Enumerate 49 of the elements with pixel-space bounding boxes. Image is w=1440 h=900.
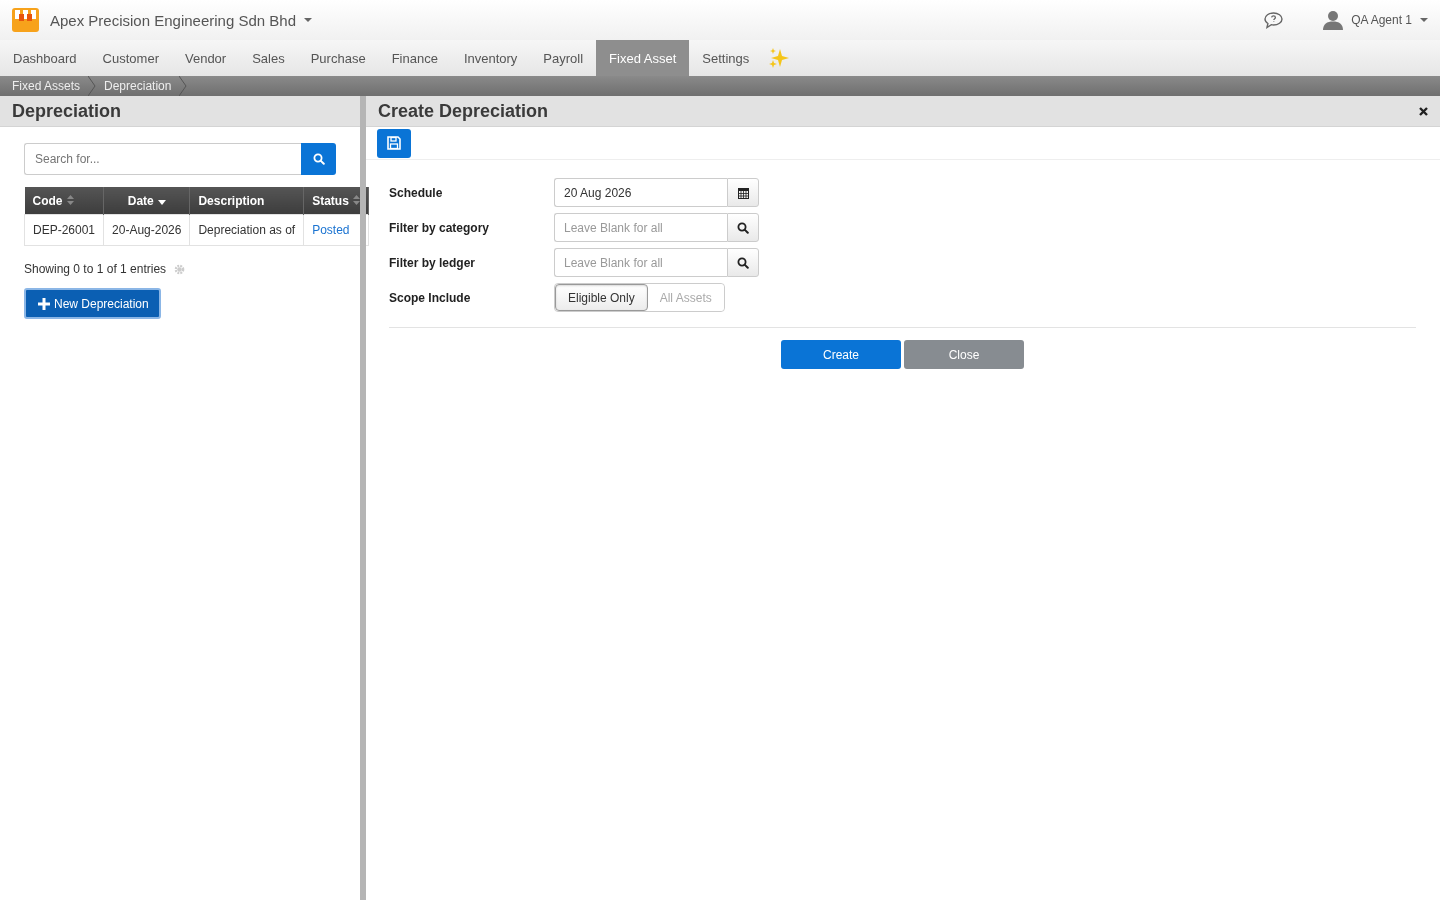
form-button[interactable]: Create: [781, 340, 901, 369]
search-icon: [737, 256, 749, 269]
sort-icon: [66, 194, 74, 205]
nav-tab[interactable]: Sales: [239, 40, 298, 76]
save-button[interactable]: [377, 128, 411, 158]
nav-tab[interactable]: Finance: [378, 40, 451, 76]
column-header[interactable]: Description: [189, 187, 304, 215]
help-chat-icon[interactable]: [1264, 11, 1284, 29]
close-icon: [1419, 107, 1428, 116]
nav-tab[interactable]: Payroll: [530, 40, 597, 76]
column-header[interactable]: Date: [103, 187, 190, 215]
panel-title: Create Depreciation: [378, 100, 549, 122]
user-menu[interactable]: QA Agent 1: [1323, 10, 1428, 30]
user-icon: [1323, 10, 1344, 30]
field-label: Scope Include: [389, 290, 472, 305]
chevron-icon: [179, 76, 188, 96]
chevron-icon: [88, 76, 97, 96]
nav-tab[interactable]: Vendor: [171, 40, 240, 76]
lookup-field[interactable]: Leave Blank for all: [554, 248, 727, 277]
nav-tab[interactable]: Inventory: [450, 40, 531, 76]
field-label: Filter by ledger: [389, 255, 477, 270]
lookup-field[interactable]: Leave Blank for all: [554, 213, 727, 242]
entries-info: Showing 0 to 1 of 1 entries: [24, 262, 167, 276]
company-selector[interactable]: Apex Precision Engineering Sdn Bhd: [50, 11, 312, 29]
save-icon: [387, 136, 401, 150]
search-field[interactable]: Search for...: [24, 143, 301, 175]
calendar-icon[interactable]: [737, 186, 749, 199]
table-cell: 20-Aug-2026: [103, 214, 190, 246]
panel-title: Depreciation: [12, 100, 122, 122]
search-button[interactable]: [301, 143, 336, 175]
nav-tab[interactable]: Settings: [689, 40, 763, 76]
sort-desc-icon: [157, 199, 166, 205]
table-cell: DEP-26001: [24, 214, 104, 246]
nav-tab[interactable]: Customer: [89, 40, 172, 76]
breadcrumb-link[interactable]: Fixed Assets: [12, 79, 81, 93]
logo-icon: [12, 8, 39, 32]
search-icon: [312, 153, 325, 165]
column-header[interactable]: Code: [24, 187, 104, 215]
field-label: Filter by category: [389, 220, 491, 235]
nav-tab[interactable]: Purchase: [297, 40, 379, 76]
plus-icon: [38, 297, 50, 310]
field-label: Schedule: [389, 185, 444, 200]
toggle-option[interactable]: Eligible Only: [555, 284, 648, 311]
new-depreciation-button[interactable]: New Depreciation: [24, 288, 161, 319]
nav-tab[interactable]: Dashboard: [0, 40, 90, 76]
date-field[interactable]: 20 Aug 2026: [554, 178, 727, 207]
search-icon: [737, 221, 749, 234]
breadcrumb-link[interactable]: Depreciation: [104, 79, 172, 93]
table-cell: Depreciation as of: [189, 214, 304, 246]
